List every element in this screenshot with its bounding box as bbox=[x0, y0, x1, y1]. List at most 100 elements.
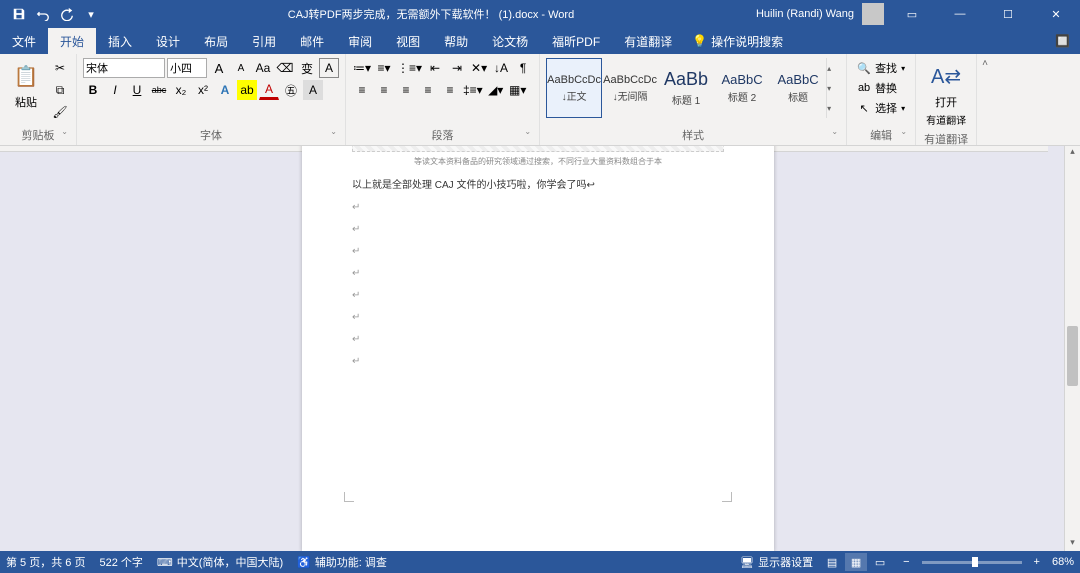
share-button[interactable]: 🔲 bbox=[1045, 28, 1080, 54]
tab-references[interactable]: 引用 bbox=[240, 28, 288, 54]
zoom-level[interactable]: 68% bbox=[1052, 556, 1074, 568]
ribbon-display-options[interactable]: ▭ bbox=[892, 0, 932, 28]
collapse-ribbon-button[interactable]: ˄ bbox=[977, 54, 993, 145]
zoom-slider[interactable] bbox=[922, 561, 1022, 564]
zoom-slider-thumb[interactable] bbox=[972, 557, 978, 567]
format-painter-button[interactable]: 🖌 bbox=[50, 102, 70, 122]
grow-font-button[interactable]: A bbox=[209, 58, 229, 78]
status-language[interactable]: ⌨ 中文(简体，中国大陆) bbox=[157, 554, 283, 570]
numbering-button[interactable]: ≡▾ bbox=[374, 58, 394, 78]
tell-me-search[interactable]: 💡 操作说明搜索 bbox=[692, 33, 783, 50]
tab-design[interactable]: 设计 bbox=[144, 28, 192, 54]
style-heading2[interactable]: AaBbC标题 2 bbox=[714, 58, 770, 118]
scrollbar-thumb[interactable] bbox=[1067, 326, 1078, 386]
tab-file[interactable]: 文件 bbox=[0, 28, 48, 54]
font-size-combo[interactable] bbox=[167, 58, 207, 78]
highlight-button[interactable]: ab bbox=[237, 80, 257, 100]
status-page[interactable]: 第 5 页，共 6 页 bbox=[6, 554, 85, 570]
maximize-button[interactable]: ☐ bbox=[988, 0, 1028, 28]
group-styles-label[interactable]: 样式 bbox=[546, 125, 840, 145]
increase-indent-button[interactable]: ⇥ bbox=[447, 58, 467, 78]
superscript-button[interactable]: x² bbox=[193, 80, 213, 100]
zoom-out-button[interactable]: − bbox=[899, 556, 913, 568]
char-border-button[interactable]: A bbox=[319, 58, 339, 78]
cut-button[interactable]: ✂ bbox=[50, 58, 70, 78]
show-marks-button[interactable]: ¶ bbox=[513, 58, 533, 78]
text-effects-button[interactable]: A bbox=[215, 80, 235, 100]
qat-redo[interactable] bbox=[56, 3, 78, 25]
strikethrough-button[interactable]: abc bbox=[149, 80, 169, 100]
style-no-spacing[interactable]: AaBbCcDc↓无间隔 bbox=[602, 58, 658, 118]
styles-gallery[interactable]: AaBbCcDc↓正文 AaBbCcDc↓无间隔 AaBb标题 1 AaBbC标… bbox=[546, 58, 840, 118]
qat-undo[interactable] bbox=[32, 3, 54, 25]
clear-formatting-button[interactable]: ⌫ bbox=[275, 58, 295, 78]
style-heading1[interactable]: AaBb标题 1 bbox=[658, 58, 714, 118]
scroll-up-button[interactable]: ▴ bbox=[1065, 146, 1080, 160]
shading-button[interactable]: ◢▾ bbox=[486, 80, 506, 100]
distribute-button[interactable]: ≡ bbox=[440, 80, 460, 100]
shrink-font-button[interactable]: A bbox=[231, 58, 251, 78]
minimize-button[interactable]: — bbox=[940, 0, 980, 28]
italic-button[interactable]: I bbox=[105, 80, 125, 100]
group-font-label[interactable]: 字体 bbox=[83, 125, 339, 145]
align-left-button[interactable]: ≡ bbox=[352, 80, 372, 100]
page-5[interactable]: 等读文本资料备品的研究领域通过搜索，不同行业大量资料数组合于本 以上就是全部处理… bbox=[302, 146, 774, 551]
subscript-button[interactable]: x₂ bbox=[171, 80, 191, 100]
user-avatar-icon[interactable] bbox=[862, 3, 884, 25]
decrease-indent-button[interactable]: ⇤ bbox=[425, 58, 445, 78]
find-button[interactable]: 🔍查找▾ bbox=[853, 58, 909, 78]
justify-button[interactable]: ≡ bbox=[418, 80, 438, 100]
document-canvas[interactable]: 等读文本资料备品的研究领域通过搜索，不同行业大量资料数组合于本 以上就是全部处理… bbox=[0, 146, 1064, 551]
qat-customize[interactable]: ▾ bbox=[80, 3, 102, 25]
tab-insert[interactable]: 插入 bbox=[96, 28, 144, 54]
multilevel-list-button[interactable]: ⋮≡▾ bbox=[396, 58, 423, 78]
close-button[interactable]: ✕ bbox=[1036, 0, 1076, 28]
font-color-button[interactable]: A bbox=[259, 80, 279, 100]
font-name-combo[interactable] bbox=[83, 58, 165, 78]
view-print-layout[interactable]: ▦ bbox=[845, 553, 867, 571]
tab-wenyang[interactable]: 论文杨 bbox=[480, 28, 540, 54]
line-spacing-button[interactable]: ‡≡▾ bbox=[462, 80, 484, 100]
borders-button[interactable]: ▦▾ bbox=[508, 80, 528, 100]
tab-foxit-pdf[interactable]: 福昕PDF bbox=[540, 28, 612, 54]
bullets-button[interactable]: ≔▾ bbox=[352, 58, 372, 78]
group-clipboard-label[interactable]: 剪贴板 bbox=[6, 125, 70, 145]
styles-gallery-more[interactable]: ▴▾▾ bbox=[826, 58, 840, 118]
char-shading-button[interactable]: A bbox=[303, 80, 323, 100]
underline-button[interactable]: U bbox=[127, 80, 147, 100]
tab-view[interactable]: 视图 bbox=[384, 28, 432, 54]
vertical-scrollbar[interactable]: ▴ ▾ bbox=[1064, 146, 1080, 551]
tab-mailings[interactable]: 邮件 bbox=[288, 28, 336, 54]
tab-review[interactable]: 审阅 bbox=[336, 28, 384, 54]
scroll-down-button[interactable]: ▾ bbox=[1065, 537, 1080, 551]
bold-button[interactable]: B bbox=[83, 80, 103, 100]
status-word-count[interactable]: 522 个字 bbox=[99, 554, 142, 570]
paragraph-mark: ↵ bbox=[352, 219, 724, 241]
youdao-open-button[interactable]: A⇄ 打开 有道翻译 bbox=[922, 58, 970, 129]
align-center-button[interactable]: ≡ bbox=[374, 80, 394, 100]
display-settings[interactable]: 🖥 显示器设置 bbox=[740, 554, 813, 570]
zoom-in-button[interactable]: + bbox=[1030, 556, 1044, 568]
qat-save[interactable] bbox=[8, 3, 30, 25]
tab-layout[interactable]: 布局 bbox=[192, 28, 240, 54]
align-right-button[interactable]: ≡ bbox=[396, 80, 416, 100]
copy-button[interactable]: ⧉ bbox=[50, 80, 70, 100]
style-title[interactable]: AaBbC标题 bbox=[770, 58, 826, 118]
phonetic-guide-button[interactable]: 变 bbox=[297, 58, 317, 78]
replace-button[interactable]: ab替换 bbox=[853, 78, 901, 98]
view-read-mode[interactable]: ▤ bbox=[821, 553, 843, 571]
asian-layout-button[interactable]: ✕▾ bbox=[469, 58, 489, 78]
sort-button[interactable]: ↓A bbox=[491, 58, 511, 78]
tab-home[interactable]: 开始 bbox=[48, 28, 96, 54]
style-normal[interactable]: AaBbCcDc↓正文 bbox=[546, 58, 602, 118]
status-accessibility[interactable]: ♿ 辅助功能: 调查 bbox=[297, 554, 387, 570]
paste-button[interactable]: 📋 粘贴 bbox=[6, 58, 46, 112]
user-name[interactable]: Huilin (Randi) Wang bbox=[756, 8, 854, 20]
tab-youdao[interactable]: 有道翻译 bbox=[612, 28, 684, 54]
view-web-layout[interactable]: ▭ bbox=[869, 553, 891, 571]
tab-help[interactable]: 帮助 bbox=[432, 28, 480, 54]
group-paragraph-label[interactable]: 段落 bbox=[352, 125, 533, 145]
change-case-button[interactable]: Aa bbox=[253, 58, 273, 78]
select-button[interactable]: ↖选择▾ bbox=[853, 98, 909, 118]
enclose-char-button[interactable]: ㊄ bbox=[281, 80, 301, 100]
